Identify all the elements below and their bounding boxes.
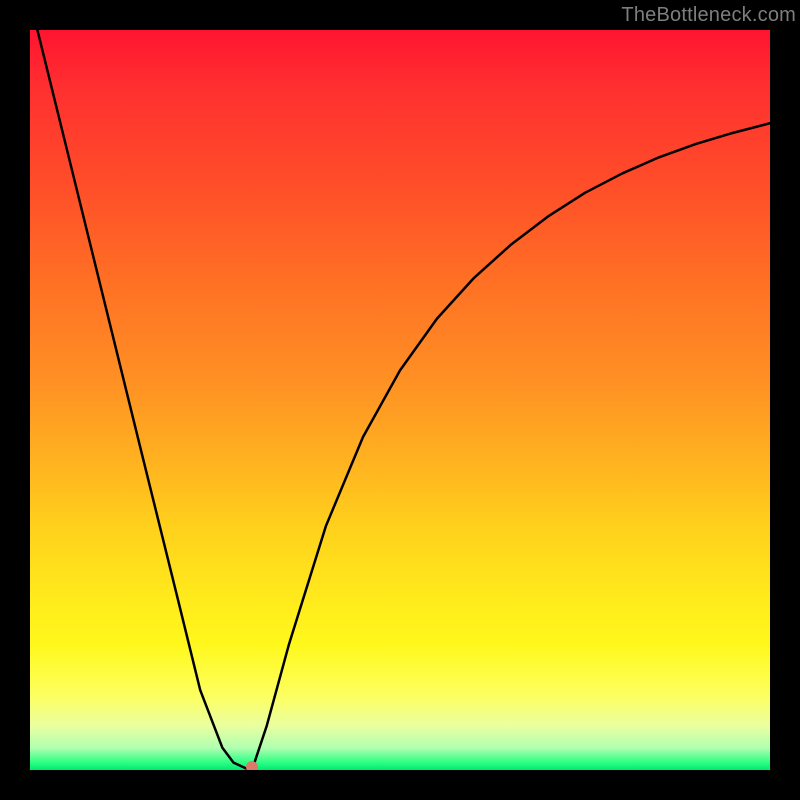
plot-area	[30, 30, 770, 770]
marker-dot	[246, 761, 258, 770]
bottleneck-curve	[30, 30, 770, 770]
curve-right-branch	[252, 123, 770, 770]
chart-frame: TheBottleneck.com	[0, 0, 800, 800]
curve-left-branch	[37, 30, 250, 770]
watermark-text: TheBottleneck.com	[621, 4, 796, 27]
